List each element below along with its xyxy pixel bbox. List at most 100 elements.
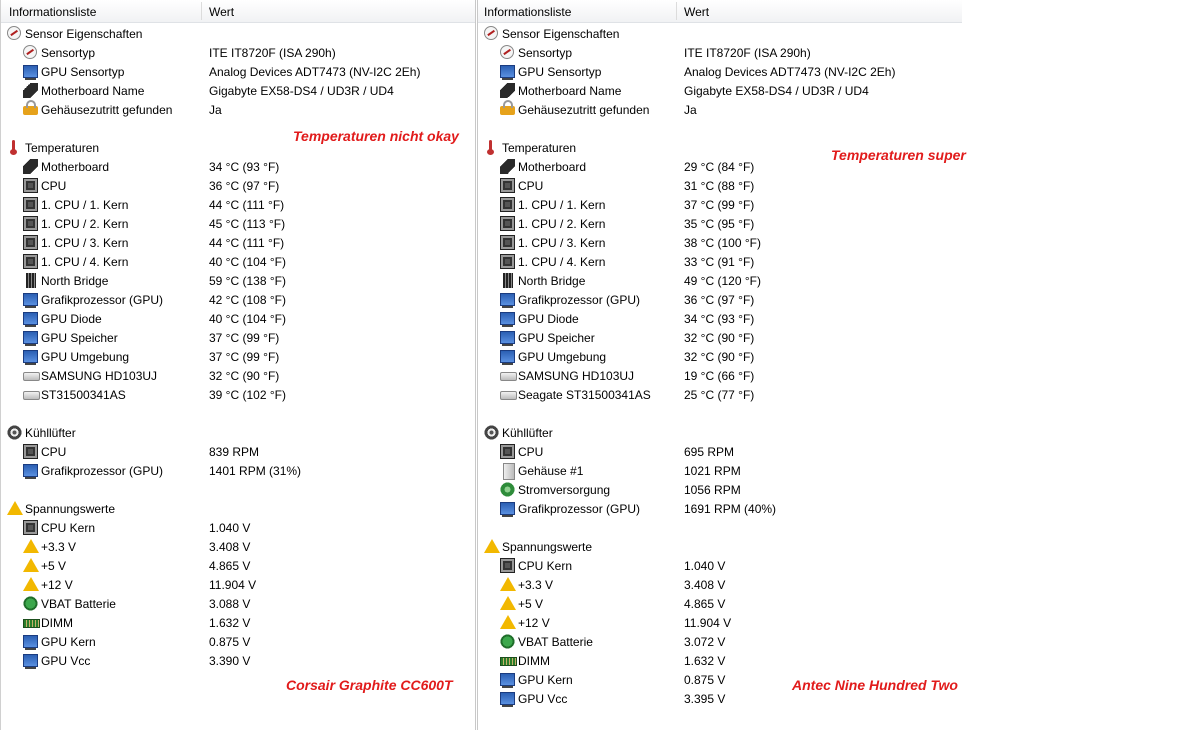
row-value: 32 °C (90 °F) xyxy=(684,331,755,345)
section-sensor-eigenschaften[interactable]: Sensor Eigenschaften xyxy=(1,24,475,43)
sensor-row-seagate-st31500341as[interactable]: Seagate ST31500341AS 25 °C (77 °F) xyxy=(478,385,962,404)
row-value: 3.088 V xyxy=(209,597,251,611)
sensor-row-12-v[interactable]: +12 V 11.904 V xyxy=(478,613,962,632)
sensor-row-north-bridge[interactable]: North Bridge 49 °C (120 °F) xyxy=(478,271,962,290)
row-label: GPU Vcc xyxy=(518,692,568,706)
sensor-row-motherboard-name[interactable]: Motherboard Name Gigabyte EX58-DS4 / UD3R… xyxy=(1,81,475,100)
sensor-row-1-cpu-4-kern[interactable]: 1. CPU / 4. Kern 40 °C (104 °F) xyxy=(1,252,475,271)
sensor-row-1-cpu-3-kern[interactable]: 1. CPU / 3. Kern 44 °C (111 °F) xyxy=(1,233,475,252)
row-label: +5 V xyxy=(518,597,544,611)
row-label: Stromversorgung xyxy=(518,483,611,497)
sensor-row-samsung-hd103uj[interactable]: SAMSUNG HD103UJ 32 °C (90 °F) xyxy=(1,366,475,385)
warning-icon xyxy=(7,501,23,515)
sensor-row-gpu-diode[interactable]: GPU Diode 34 °C (93 °F) xyxy=(478,309,962,328)
sensor-row-vbat-batterie[interactable]: VBAT Batterie 3.072 V xyxy=(478,632,962,651)
row-label: VBAT Batterie xyxy=(41,597,116,611)
sensor-row-grafikprozessor-gpu[interactable]: Grafikprozessor (GPU) 42 °C (108 °F) xyxy=(1,290,475,309)
sensor-row-1-cpu-2-kern[interactable]: 1. CPU / 2. Kern 45 °C (113 °F) xyxy=(1,214,475,233)
sensor-row-gpu-kern[interactable]: GPU Kern 0.875 V xyxy=(1,632,475,651)
column-separator[interactable] xyxy=(676,2,677,20)
section-spannungswerte[interactable]: Spannungswerte xyxy=(1,499,475,518)
sensor-row-1-cpu-2-kern[interactable]: 1. CPU / 2. Kern 35 °C (95 °F) xyxy=(478,214,962,233)
column-header-informationsliste[interactable]: Informationsliste xyxy=(9,5,96,19)
row-label: CPU xyxy=(41,445,67,459)
sensor-row-gpu-sensortyp[interactable]: GPU Sensortyp Analog Devices ADT7473 (NV-… xyxy=(478,62,962,81)
sensor-row-grafikprozessor-gpu[interactable]: Grafikprozessor (GPU) 1691 RPM (40%) xyxy=(478,499,962,518)
row-value: 3.408 V xyxy=(684,578,726,592)
row-label: Sensortyp xyxy=(41,46,96,60)
section-kühllüfter[interactable]: Kühllüfter xyxy=(1,423,475,442)
sensor-row-1-cpu-4-kern[interactable]: 1. CPU / 4. Kern 33 °C (91 °F) xyxy=(478,252,962,271)
sensor-row-cpu[interactable]: CPU 695 RPM xyxy=(478,442,962,461)
sensor-row-sensortyp[interactable]: Sensortyp ITE IT8720F (ISA 290h) xyxy=(478,43,962,62)
cpu-icon xyxy=(23,520,38,535)
sensor-row-vbat-batterie[interactable]: VBAT Batterie 3.088 V xyxy=(1,594,475,613)
left-sensor-panel: Informationsliste Wert Sensor Eigenschaf… xyxy=(0,0,476,730)
right-sensor-panel: Informationsliste Wert Sensor Eigenschaf… xyxy=(477,0,966,730)
gpu-icon xyxy=(23,464,38,479)
sensor-row-gpu-speicher[interactable]: GPU Speicher 37 °C (99 °F) xyxy=(1,328,475,347)
section-spannungswerte[interactable]: Spannungswerte xyxy=(478,537,962,556)
sensor-row-gpu-speicher[interactable]: GPU Speicher 32 °C (90 °F) xyxy=(478,328,962,347)
sensor-row-gehäusezutritt-gefunden[interactable]: Gehäusezutritt gefunden Ja xyxy=(478,100,962,119)
column-header-wert[interactable]: Wert xyxy=(684,5,709,19)
warning-icon xyxy=(23,577,39,591)
sensor-row-1-cpu-3-kern[interactable]: 1. CPU / 3. Kern 38 °C (100 °F) xyxy=(478,233,962,252)
row-label: VBAT Batterie xyxy=(518,635,593,649)
sensor-row-3-3-v[interactable]: +3.3 V 3.408 V xyxy=(1,537,475,556)
sensor-row-1-cpu-1-kern[interactable]: 1. CPU / 1. Kern 37 °C (99 °F) xyxy=(478,195,962,214)
sensor-row-cpu-kern[interactable]: CPU Kern 1.040 V xyxy=(478,556,962,575)
section-kühllüfter[interactable]: Kühllüfter xyxy=(478,423,962,442)
sensor-row-gpu-vcc[interactable]: GPU Vcc 3.390 V xyxy=(1,651,475,670)
row-label: Motherboard xyxy=(41,160,110,174)
row-value: 31 °C (88 °F) xyxy=(684,179,755,193)
sensor-row-samsung-hd103uj[interactable]: SAMSUNG HD103UJ 19 °C (66 °F) xyxy=(478,366,962,385)
row-value: 0.875 V xyxy=(209,635,251,649)
power-supply-icon xyxy=(500,482,515,497)
row-value: 39 °C (102 °F) xyxy=(209,388,286,402)
sensor-row-grafikprozessor-gpu[interactable]: Grafikprozessor (GPU) 1401 RPM (31%) xyxy=(1,461,475,480)
row-value: Gigabyte EX58-DS4 / UD3R / UD4 xyxy=(684,84,869,98)
sensor-row-sensortyp[interactable]: Sensortyp ITE IT8720F (ISA 290h) xyxy=(1,43,475,62)
sensor-row-motherboard[interactable]: Motherboard 34 °C (93 °F) xyxy=(1,157,475,176)
sensor-row-3-3-v[interactable]: +3.3 V 3.408 V xyxy=(478,575,962,594)
sensor-row-1-cpu-1-kern[interactable]: 1. CPU / 1. Kern 44 °C (111 °F) xyxy=(1,195,475,214)
row-label: Grafikprozessor (GPU) xyxy=(518,502,641,516)
battery-icon xyxy=(23,596,38,611)
row-value: 3.072 V xyxy=(684,635,726,649)
column-separator[interactable] xyxy=(201,2,202,20)
sensor-row-cpu[interactable]: CPU 31 °C (88 °F) xyxy=(478,176,962,195)
fan-icon xyxy=(7,425,22,440)
sensor-row-grafikprozessor-gpu[interactable]: Grafikprozessor (GPU) 36 °C (97 °F) xyxy=(478,290,962,309)
sensor-row-gehäusezutritt-gefunden[interactable]: Gehäusezutritt gefunden Ja xyxy=(1,100,475,119)
sensor-row-gpu-diode[interactable]: GPU Diode 40 °C (104 °F) xyxy=(1,309,475,328)
sensor-row-gehäuse-1[interactable]: Gehäuse #1 1021 RPM xyxy=(478,461,962,480)
sensor-row-dimm[interactable]: DIMM 1.632 V xyxy=(478,651,962,670)
sensor-row-cpu-kern[interactable]: CPU Kern 1.040 V xyxy=(1,518,475,537)
row-label: Kühllüfter xyxy=(25,426,76,440)
row-label: ST31500341AS xyxy=(41,388,126,402)
sensor-row-cpu[interactable]: CPU 839 RPM xyxy=(1,442,475,461)
sensor-row-motherboard-name[interactable]: Motherboard Name Gigabyte EX58-DS4 / UD3R… xyxy=(478,81,962,100)
section-sensor-eigenschaften[interactable]: Sensor Eigenschaften xyxy=(478,24,962,43)
sensor-row-gpu-umgebung[interactable]: GPU Umgebung 37 °C (99 °F) xyxy=(1,347,475,366)
sensor-row-cpu[interactable]: CPU 36 °C (97 °F) xyxy=(1,176,475,195)
sensor-row-north-bridge[interactable]: North Bridge 59 °C (138 °F) xyxy=(1,271,475,290)
sensor-row-gpu-sensortyp[interactable]: GPU Sensortyp Analog Devices ADT7473 (NV-… xyxy=(1,62,475,81)
sensor-row-stromversorgung[interactable]: Stromversorgung 1056 RPM xyxy=(478,480,962,499)
row-label: 1. CPU / 2. Kern xyxy=(518,217,606,231)
gpu-icon xyxy=(23,312,38,327)
column-header-wert[interactable]: Wert xyxy=(209,5,234,19)
sensor-row-gpu-umgebung[interactable]: GPU Umgebung 32 °C (90 °F) xyxy=(478,347,962,366)
sensor-row-5-v[interactable]: +5 V 4.865 V xyxy=(478,594,962,613)
sensor-row-dimm[interactable]: DIMM 1.632 V xyxy=(1,613,475,632)
cpu-icon xyxy=(500,216,515,231)
sensor-row-5-v[interactable]: +5 V 4.865 V xyxy=(1,556,475,575)
column-header-informationsliste[interactable]: Informationsliste xyxy=(484,5,571,19)
gpu-icon xyxy=(23,635,38,650)
row-label: 1. CPU / 3. Kern xyxy=(41,236,129,250)
sensor-row-12-v[interactable]: +12 V 11.904 V xyxy=(1,575,475,594)
row-value: 49 °C (120 °F) xyxy=(684,274,761,288)
spacer-row xyxy=(478,119,962,138)
sensor-row-st31500341as[interactable]: ST31500341AS 39 °C (102 °F) xyxy=(1,385,475,404)
